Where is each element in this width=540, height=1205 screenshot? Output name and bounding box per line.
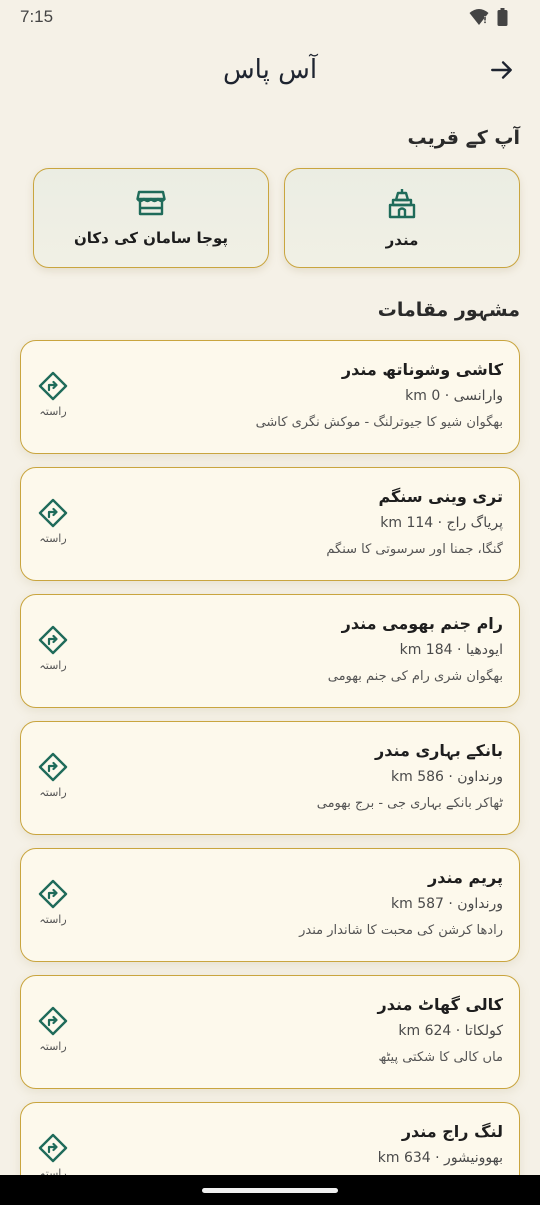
nearby-section-title: آپ کے قریب [407, 127, 520, 149]
place-description: بھگوان شیو کا جیوترلنگ - موکش نگری کاشی [255, 415, 503, 430]
temple-icon [388, 189, 416, 219]
place-name: کالی گھاٹ مندر [377, 995, 504, 1014]
place-name: رام جنم بھومی مندر [341, 614, 503, 633]
place-description: رادھا کرشن کی محبت کا شاندار مندر [299, 923, 503, 938]
battery-icon [497, 8, 508, 26]
route-button[interactable]: راستہ [33, 371, 73, 427]
route-button[interactable]: راستہ [33, 625, 73, 681]
directions-icon [38, 752, 68, 782]
directions-icon [38, 371, 68, 401]
place-name: پریم مندر [428, 868, 503, 887]
directions-icon [38, 1133, 68, 1163]
route-label: راستہ [39, 913, 67, 926]
place-card[interactable]: پریم مندر ورنداون · km 587 رادھا کرشن کی… [20, 848, 520, 962]
route-button[interactable]: راستہ [33, 752, 73, 808]
nearby-item-temple[interactable]: مندر [284, 168, 520, 268]
page-title: آس پاس [222, 55, 318, 85]
route-button[interactable]: راستہ [33, 498, 73, 554]
place-meta: ورنداون · km 586 [391, 769, 503, 785]
place-card[interactable]: بانکے بہاری مندر ورنداون · km 586 ٹھاکر … [20, 721, 520, 835]
nearby-item-store[interactable]: پوجا سامان کی دکان [33, 168, 269, 268]
place-description: گنگا، جمنا اور سرسوتی کا سنگم [326, 542, 503, 557]
place-meta: ورنداون · km 587 [391, 896, 503, 912]
place-meta: پریاگ راج · km 114 [380, 515, 503, 531]
route-label: راستہ [39, 1040, 67, 1053]
place-name: کاشی وشوناتھ مندر [341, 360, 503, 379]
place-name: تری وینی سنگم [378, 487, 503, 506]
back-button[interactable] [484, 52, 520, 88]
nearby-item-label: پوجا سامان کی دکان [73, 229, 228, 247]
directions-icon [38, 1006, 68, 1036]
store-icon [136, 190, 166, 216]
place-meta: کولکاتا · km 624 [398, 1023, 503, 1039]
place-card[interactable]: کاشی وشوناتھ مندر وارانسی · km 0 بھگوان … [20, 340, 520, 454]
route-label: راستہ [39, 659, 67, 672]
place-name: بانکے بہاری مندر [375, 741, 503, 760]
directions-icon [38, 879, 68, 909]
status-time: 7:15 [20, 7, 54, 26]
route-label: راستہ [39, 532, 67, 545]
place-meta: وارانسی · km 0 [405, 388, 503, 404]
directions-icon [38, 498, 68, 528]
nearby-item-label: مندر [385, 231, 419, 249]
directions-icon [38, 625, 68, 655]
place-card[interactable]: کالی گھاٹ مندر کولکاتا · km 624 ماں کالی… [20, 975, 520, 1089]
place-name: لنگ راج مندر [401, 1122, 503, 1141]
place-description: بھگوان شری رام کی جنم بھومی [327, 669, 503, 684]
app-bar: آس پاس [0, 40, 540, 100]
route-label: راستہ [39, 786, 67, 799]
status-icons [469, 8, 508, 26]
place-meta: بھوونیشور · km 634 [377, 1150, 503, 1166]
nearby-categories: مندر پوجا سامان کی دکان [33, 168, 520, 268]
place-description: ماں کالی کا شکتی پیٹھ [378, 1050, 503, 1065]
place-card[interactable]: رام جنم بھومی مندر ایودھیا · km 184 بھگو… [20, 594, 520, 708]
home-gesture-handle[interactable] [202, 1187, 338, 1193]
arrow-right-icon [491, 61, 512, 79]
place-card[interactable]: تری وینی سنگم پریاگ راج · km 114 گنگا، ج… [20, 467, 520, 581]
place-description: ٹھاکر بانکے بہاری جی - برج بھومی [316, 796, 503, 811]
route-button[interactable]: راستہ [33, 879, 73, 935]
famous-section-title: مشہور مقامات [377, 299, 520, 321]
wifi-icon [469, 9, 489, 25]
route-label: راستہ [39, 405, 67, 418]
route-button[interactable]: راستہ [33, 1006, 73, 1062]
status-bar: 7:15 [0, 0, 540, 34]
system-nav-bar [0, 1175, 540, 1205]
place-meta: ایودھیا · km 184 [399, 642, 503, 658]
